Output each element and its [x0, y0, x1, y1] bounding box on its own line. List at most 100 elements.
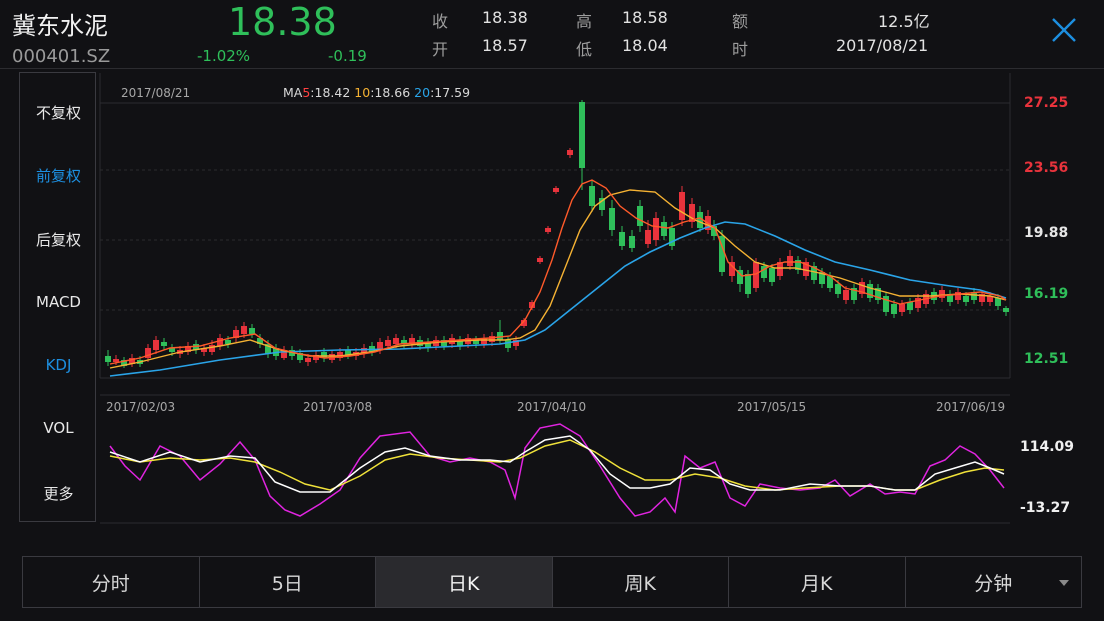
candlestick	[567, 148, 573, 158]
candlestick	[281, 346, 287, 360]
period-tabs: 分时 5日 日K 周K 月K 分钟	[22, 556, 1082, 608]
chevron-down-icon[interactable]	[1059, 580, 1069, 586]
candle-body	[209, 345, 215, 352]
candlestick	[629, 230, 635, 252]
candlestick	[679, 186, 685, 226]
candlestick	[737, 266, 743, 292]
candlestick	[777, 258, 783, 280]
candlestick	[185, 342, 191, 355]
tab-monthly-k[interactable]: 月K	[729, 557, 906, 607]
candle-body	[769, 268, 775, 282]
tab-label: 分时	[91, 572, 130, 595]
candle-body	[939, 290, 945, 298]
candle-body	[645, 230, 651, 244]
candlestick	[345, 346, 351, 359]
moving-average-lines	[109, 179, 1007, 377]
candle-body	[505, 340, 511, 348]
candle-body	[907, 302, 913, 310]
candlestick	[907, 298, 913, 314]
candlestick	[425, 338, 431, 352]
candle-body	[891, 304, 897, 314]
candlestick	[553, 186, 559, 194]
candlestick	[947, 290, 953, 306]
candle-body	[609, 208, 615, 230]
ma5-line	[109, 179, 1007, 365]
candlestick	[473, 336, 479, 348]
tab-label: 周K	[624, 572, 656, 595]
tab-label: 分钟	[974, 572, 1013, 595]
candle-body	[249, 328, 255, 334]
chart-grid	[99, 73, 1011, 524]
candle-body	[637, 206, 643, 226]
candle-body	[955, 292, 961, 300]
candle-body	[619, 232, 625, 246]
candle-body	[153, 340, 159, 350]
candle-body	[113, 359, 119, 362]
candlestick	[971, 288, 977, 304]
candlestick	[545, 226, 551, 234]
candle-body	[553, 188, 559, 192]
candle-body	[899, 304, 905, 312]
kline-chart[interactable]	[0, 0, 1104, 540]
tab-intraday[interactable]: 分时	[23, 557, 200, 607]
candle-body	[241, 326, 247, 334]
candlestick	[867, 280, 873, 302]
candlestick	[361, 344, 367, 358]
candlestick	[859, 278, 865, 298]
candlestick	[619, 226, 625, 250]
candle-body	[835, 284, 841, 294]
candlestick	[1003, 306, 1009, 316]
candle-body	[589, 186, 595, 206]
candle-body	[305, 358, 311, 362]
candlestick	[637, 200, 643, 232]
candlestick	[537, 256, 543, 264]
candle-body	[883, 296, 889, 312]
tab-5day[interactable]: 5日	[200, 557, 376, 607]
candlestick	[609, 200, 615, 236]
candlestick	[579, 100, 585, 190]
candlestick	[217, 334, 223, 350]
candlestick	[233, 326, 239, 342]
candle-body	[745, 274, 751, 294]
candlestick	[529, 300, 535, 310]
candle-body	[679, 192, 685, 220]
candlestick	[249, 324, 255, 338]
candle-body	[579, 102, 585, 168]
candle-body	[787, 256, 793, 266]
ma10-line	[109, 189, 1007, 369]
candlestick	[851, 284, 857, 304]
candlestick	[955, 288, 961, 304]
candle-body	[963, 296, 969, 302]
candle-body	[653, 218, 659, 240]
candle-body	[843, 290, 849, 300]
kdj-lines	[109, 423, 1005, 517]
candle-body	[217, 338, 223, 346]
candle-body	[105, 356, 111, 362]
tab-daily-k[interactable]: 日K	[376, 557, 553, 607]
candlestick	[481, 334, 487, 348]
candlestick	[441, 336, 447, 350]
candle-body	[567, 150, 573, 155]
candle-body	[537, 258, 543, 262]
candlesticks	[105, 100, 1009, 368]
candle-body	[629, 236, 635, 248]
candlestick	[875, 284, 881, 304]
tab-label: 月K	[801, 572, 833, 595]
candlestick	[409, 334, 415, 348]
tab-label: 5日	[271, 572, 303, 595]
tab-label: 日K	[448, 572, 480, 595]
tab-weekly-k[interactable]: 周K	[553, 557, 729, 607]
candlestick	[787, 250, 793, 270]
ma20-line	[109, 221, 1007, 377]
candlestick	[653, 212, 659, 246]
candle-body	[161, 342, 167, 346]
tab-minute[interactable]: 分钟	[906, 557, 1082, 607]
candle-body	[385, 340, 391, 346]
candlestick	[939, 286, 945, 302]
candle-body	[497, 332, 503, 340]
candlestick	[899, 300, 905, 316]
candle-body	[393, 338, 399, 344]
candlestick	[883, 292, 889, 316]
candlestick	[161, 338, 167, 350]
candle-body	[1003, 308, 1009, 312]
